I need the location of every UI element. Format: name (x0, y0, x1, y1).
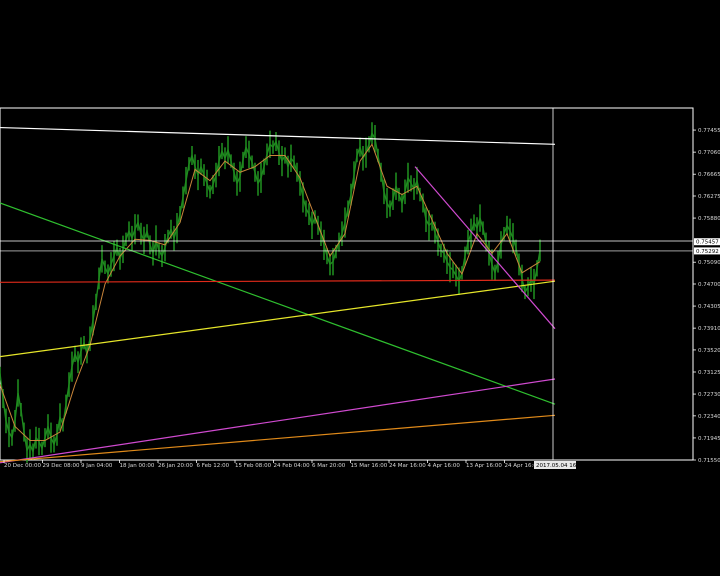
x-tick-label: 26 Jan 20:00 (158, 463, 193, 469)
price-chart[interactable]: 0.77455 0.77060 0.76665 0.76275 0.75880 0.750… (0, 0, 720, 576)
y-tick-label: 0.76665 (698, 172, 720, 178)
y-tick-label: 0.75090 (698, 260, 720, 266)
x-tick-label: 6 Feb 12:00 (197, 463, 230, 469)
trendline-1 (0, 126, 556, 145)
x-tick-label: 20 Dec 00:00 (4, 463, 41, 469)
chart-plot-area (0, 122, 541, 463)
x-tick-label: 15 Mar 16:00 (351, 463, 388, 469)
x-tick-label: 24 Feb 04:00 (274, 463, 311, 469)
x-tick-label: 4 Apr 16:00 (428, 463, 461, 469)
x-tick-label: 29 Dec 08:00 (43, 463, 80, 469)
y-tick-label: 0.71945 (698, 436, 720, 442)
x-tick-label: 13 Apr 16:00 (466, 463, 502, 469)
y-tick-label: 0.77060 (698, 150, 720, 156)
crosshair-date-label: 2017.05.04 16:00 (536, 463, 586, 469)
y-tick-label: 0.75880 (698, 216, 720, 222)
x-tick-label: 9 Jan 04:00 (81, 463, 113, 469)
trendline-5 (414, 166, 556, 330)
y-tick-label: 0.74700 (698, 282, 720, 288)
price-tags: 0.75457 0.75292 2017.05.04 16:00 (534, 238, 720, 469)
y-tick-label: 0.73520 (698, 348, 720, 354)
price-tag-label: 0.75457 (696, 240, 719, 246)
crosshair (0, 108, 693, 460)
y-axis: 0.77455 0.77060 0.76665 0.76275 0.75880 0.750… (693, 128, 720, 464)
y-tick-label: 0.72730 (698, 392, 720, 398)
y-tick-label: 0.71550 (698, 458, 720, 464)
chart-frame (0, 107, 694, 461)
x-tick-label: 6 Mar 20:00 (312, 463, 346, 469)
y-tick-label: 0.73910 (698, 326, 720, 332)
trendline-6 (0, 378, 556, 464)
trendlines (0, 126, 556, 464)
y-tick-label: 0.73125 (698, 370, 720, 376)
x-axis: 20 Dec 00:00 29 Dec 08:00 9 Jan 04:00 18 Ja… (3, 460, 541, 469)
trendline-3 (0, 279, 556, 283)
y-tick-label: 0.74305 (698, 304, 720, 310)
y-tick-label: 0.77455 (698, 128, 720, 134)
y-tick-label: 0.72340 (698, 414, 720, 420)
x-tick-label: 15 Feb 08:00 (235, 463, 272, 469)
trendline-7 (0, 414, 556, 463)
trendline-4 (0, 280, 556, 358)
x-tick-label: 18 Jan 00:00 (120, 463, 155, 469)
y-tick-label: 0.76275 (698, 194, 720, 200)
price-tag-label: 0.75292 (696, 249, 719, 255)
x-tick-label: 24 Mar 16:00 (389, 463, 426, 469)
